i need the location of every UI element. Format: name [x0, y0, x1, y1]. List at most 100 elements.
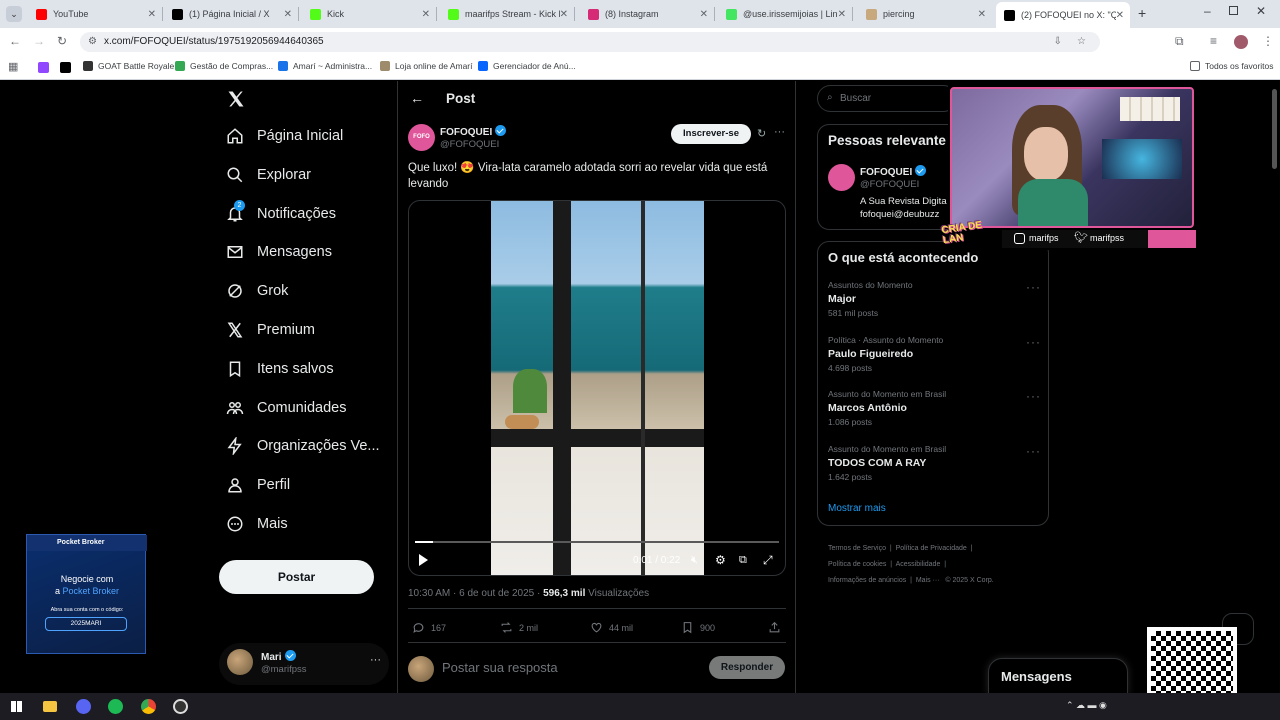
video-progress-track[interactable] — [415, 541, 779, 543]
video-player[interactable]: 0:01 / 0:22 🔇︎ ⚙ ⧉ ⤢ — [408, 200, 786, 576]
bookmark-item[interactable]: Gerenciador de Anú... — [478, 61, 576, 71]
trend-item[interactable]: Política · Assunto do Momento Paulo Figue… — [828, 335, 943, 373]
browser-tab[interactable]: Kick ✕ — [302, 4, 437, 24]
like-action[interactable]: 44 mil — [590, 621, 633, 634]
browser-tab[interactable]: (8) Instagram ✕ — [580, 4, 715, 24]
reply-button[interactable]: Responder — [709, 656, 785, 679]
spotify-icon[interactable] — [108, 699, 123, 714]
reply-action[interactable]: 167 — [412, 621, 446, 634]
reload-icon[interactable]: ↻ — [57, 34, 67, 48]
subscribe-button[interactable]: Inscrever-se — [671, 124, 751, 144]
sidebar-item-bell[interactable]: 2 Notificações — [226, 199, 336, 223]
footer-ads-info[interactable]: Informações de anúncios — [828, 577, 906, 584]
reply-input[interactable]: Postar sua resposta — [442, 660, 558, 675]
chrome-icon[interactable] — [141, 699, 156, 714]
sidebar-item-lightning[interactable]: Organizações Ve... — [226, 437, 380, 456]
all-bookmarks[interactable]: Todos os favoritos — [1190, 61, 1274, 71]
author-name[interactable]: FOFOQUEI — [440, 125, 507, 138]
tab-search-icon[interactable]: ⌄ — [6, 6, 22, 22]
sidebar-item-x-logo[interactable]: Premium — [226, 321, 315, 339]
install-icon[interactable]: ⇩ — [1054, 32, 1062, 52]
close-tab-icon[interactable]: ✕ — [422, 9, 430, 20]
new-tab-icon[interactable]: + — [1138, 5, 1146, 21]
account-switcher[interactable]: Mari @marifpss ··· — [219, 643, 389, 685]
close-tab-icon[interactable]: ✕ — [560, 9, 568, 20]
tray-icons[interactable]: ⌃ ☁ ▬ ◉ — [1066, 700, 1107, 711]
close-tab-icon[interactable]: ✕ — [284, 9, 292, 20]
search-box[interactable]: ⌕ Buscar — [817, 85, 957, 112]
sidebar-item-mail[interactable]: Mensagens — [226, 243, 332, 261]
footer-privacy[interactable]: Política de Privacidade — [896, 545, 967, 552]
back-icon[interactable]: ← — [9, 34, 21, 48]
more-icon[interactable]: ··· — [370, 654, 381, 666]
restore-icon[interactable] — [1229, 6, 1238, 15]
browser-tab[interactable]: piercing ✕ — [858, 4, 992, 24]
footer-accessibility[interactable]: Acessibilidade — [896, 561, 941, 568]
apps-icon[interactable]: ▦ — [8, 60, 18, 73]
bookmark-item[interactable]: Amarí ~ Administra... — [278, 61, 372, 71]
footer-cookies[interactable]: Política de cookies — [828, 561, 886, 568]
sidebar-item-search[interactable]: Explorar — [226, 166, 311, 184]
sidebar-item-grok[interactable]: Grok — [226, 282, 288, 300]
close-tab-icon[interactable]: ✕ — [148, 9, 156, 20]
back-arrow-icon[interactable]: ← — [410, 90, 424, 106]
footer-more[interactable]: Mais ··· — [916, 577, 940, 584]
close-tab-icon[interactable]: ✕ — [700, 9, 708, 20]
url-field[interactable]: ⚙ x.com/FOFOQUEI/status/1975192056944640… — [80, 32, 1100, 52]
play-icon[interactable] — [419, 554, 428, 566]
settings-icon[interactable]: ⚙ — [715, 553, 726, 567]
discord-icon[interactable] — [76, 699, 91, 714]
bookmark-item[interactable]: GOAT Battle Royale — [83, 61, 174, 71]
share-action[interactable] — [768, 621, 787, 634]
trend-item[interactable]: Assunto do Momento em Brasil Marcos Antôn… — [828, 389, 946, 427]
sidebar-item-more-circle[interactable]: Mais — [226, 515, 288, 533]
footer-terms[interactable]: Termos de Serviço — [828, 545, 886, 552]
trend-more-icon[interactable]: ··· — [1026, 444, 1041, 458]
obs-icon[interactable] — [173, 699, 188, 714]
author-avatar[interactable]: FOFO — [408, 124, 435, 151]
messages-drawer[interactable]: Mensagens — [988, 658, 1128, 694]
sidebar-item-communities[interactable]: Comunidades — [226, 399, 346, 417]
sidebar-item-bookmark[interactable]: Itens salvos — [226, 360, 334, 378]
windows-start-icon[interactable] — [11, 701, 22, 712]
post-button[interactable]: Postar — [219, 560, 374, 594]
site-info-icon[interactable]: ⚙ — [88, 32, 97, 52]
trend-item[interactable]: Assunto do Momento em Brasil TODOS COM A … — [828, 444, 946, 482]
close-tab-icon[interactable]: ✕ — [838, 9, 846, 20]
twitch-bookmark-icon[interactable] — [38, 62, 49, 73]
bookmark-item[interactable]: Loja online de Amarí — [380, 61, 473, 71]
forward-icon[interactable]: → — [33, 34, 45, 48]
extensions-icon[interactable]: ⧉ — [1175, 34, 1184, 49]
file-explorer-icon[interactable] — [43, 701, 57, 712]
x-logo-icon[interactable] — [226, 89, 246, 109]
grok-icon[interactable]: ↻ — [757, 127, 766, 140]
fullscreen-icon[interactable]: ⤢ — [763, 553, 773, 568]
sidebar-item-person[interactable]: Perfil — [226, 476, 290, 494]
close-window-icon[interactable]: ✕ — [1256, 4, 1266, 18]
browser-tab[interactable]: (2) FOFOQUEI no X: "Que✕ — [996, 2, 1130, 28]
bookmark-item[interactable]: Gestão de Compras... — [175, 61, 273, 71]
browser-tab[interactable]: (1) Página Inicial / X ✕ — [164, 4, 299, 24]
trend-item[interactable]: Assuntos do Momento Major 581 mil posts — [828, 280, 913, 318]
close-tab-icon[interactable]: ✕ — [978, 9, 986, 20]
browser-tab[interactable]: @use.irissemijoias | Linkt ✕ — [718, 4, 853, 24]
more-options-icon[interactable]: ··· — [774, 126, 785, 138]
repost-action[interactable]: 2 mil — [500, 621, 538, 634]
browser-tab[interactable]: YouTube ✕ — [28, 4, 163, 24]
profile-avatar[interactable] — [1234, 35, 1248, 49]
scrollbar[interactable] — [1272, 89, 1277, 169]
show-more-link[interactable]: Mostrar mais — [828, 503, 886, 514]
close-tab-icon[interactable]: ✕ — [1116, 10, 1124, 21]
menu-icon[interactable]: ⋮ — [1262, 34, 1274, 48]
pip-icon[interactable]: ⧉ — [739, 554, 747, 567]
trend-more-icon[interactable]: ··· — [1026, 280, 1041, 294]
x-bookmark-icon[interactable] — [60, 62, 71, 73]
sidebar-item-home[interactable]: Página Inicial — [226, 127, 343, 145]
minimize-icon[interactable]: – — [1204, 4, 1211, 18]
trend-more-icon[interactable]: ··· — [1026, 335, 1041, 349]
browser-tab[interactable]: maarifps Stream - Kick De ✕ — [440, 4, 575, 24]
author-handle[interactable]: @FOFOQUEI — [440, 139, 499, 150]
relevant-name[interactable]: FOFOQUEI — [860, 165, 927, 178]
mute-icon[interactable]: 🔇︎ — [691, 554, 698, 567]
trend-more-icon[interactable]: ··· — [1026, 389, 1041, 403]
